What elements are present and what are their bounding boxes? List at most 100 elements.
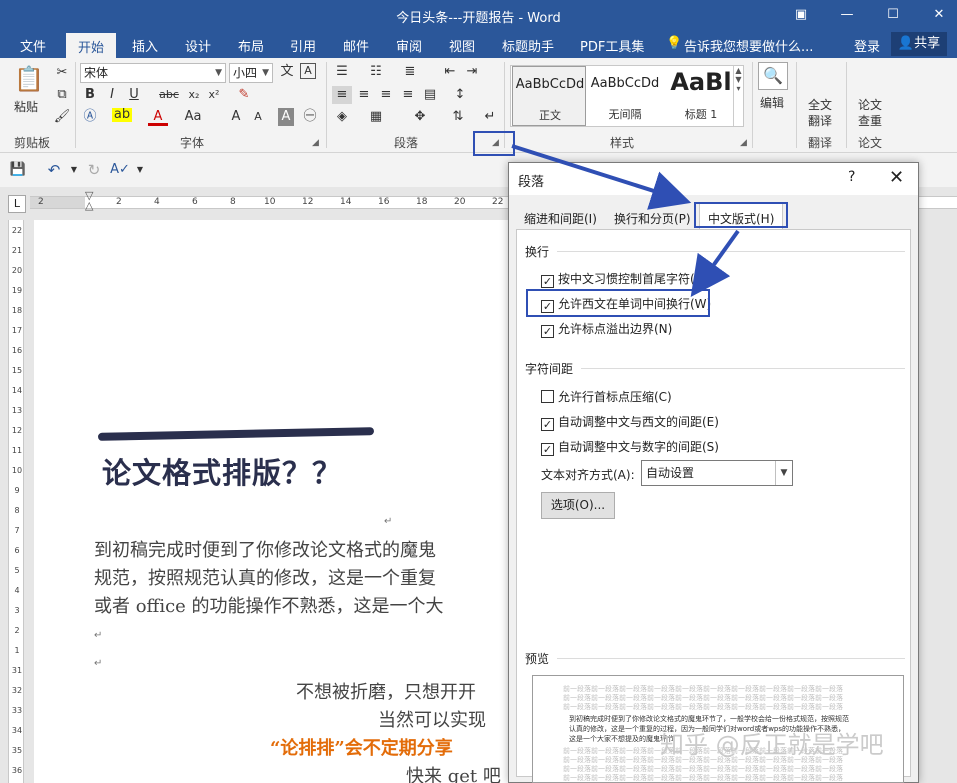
align-left-icon[interactable]: ≡ <box>332 86 352 104</box>
login-link[interactable]: 登录 <box>854 36 880 55</box>
multilevel-list-icon[interactable]: ≣ <box>400 63 420 81</box>
styles-dialog-launcher-icon[interactable]: ◢ <box>740 138 747 148</box>
change-case-icon[interactable]: Aa <box>180 108 206 126</box>
redo-icon[interactable]: ↻ <box>84 161 104 179</box>
superscript-icon[interactable]: x² <box>204 86 224 104</box>
strikethrough-icon[interactable]: abc <box>156 86 182 104</box>
maximize-button[interactable]: ☐ <box>878 4 908 26</box>
highlight-color-icon[interactable]: ab <box>112 108 132 122</box>
character-shading-icon[interactable]: A <box>278 108 294 126</box>
tab-references[interactable]: 引用 <box>290 36 316 55</box>
bullets-icon[interactable]: ☰ <box>332 63 352 81</box>
checkbox-asian-rules[interactable]: ✓ 按中文习惯控制首尾字符(U) <box>541 270 708 288</box>
line-spacing-icon[interactable]: ↕ <box>450 86 470 104</box>
ruler-number: 31 <box>11 666 23 675</box>
center-line[interactable]: 快来 get 吧 <box>406 762 501 783</box>
chevron-down-icon[interactable]: ▼ <box>64 161 84 179</box>
tab-file[interactable]: 文件 <box>20 36 46 55</box>
checkbox-hanging-punctuation[interactable]: ✓ 允许标点溢出边界(N) <box>541 320 672 338</box>
font-color-icon[interactable]: A <box>148 108 168 126</box>
tab-view[interactable]: 视图 <box>449 36 475 55</box>
ruler-number: 17 <box>11 326 23 335</box>
tab-layout[interactable]: 布局 <box>238 36 264 55</box>
font-size-select[interactable]: 小四 ▼ <box>229 63 273 83</box>
tab-pdf-tools[interactable]: PDF工具集 <box>580 36 644 55</box>
tab-home[interactable]: 开始 <box>66 33 117 58</box>
increase-indent-icon[interactable]: ⇥ <box>462 63 482 81</box>
tab-insert[interactable]: 插入 <box>132 36 158 55</box>
subscript-icon[interactable]: x₂ <box>184 86 204 104</box>
dialog-close-button[interactable]: ✕ <box>889 167 904 188</box>
tell-me-input[interactable]: 告诉我您想要做什么... <box>684 36 813 55</box>
justify-icon[interactable]: ≡ <box>398 86 418 104</box>
help-button[interactable]: ? <box>848 169 855 185</box>
spelling-icon[interactable]: A✓ <box>110 161 130 179</box>
ruler-number: 16 <box>378 197 390 207</box>
shrink-font-icon[interactable]: A <box>248 108 268 126</box>
borders-icon[interactable]: ▦ <box>366 108 386 126</box>
undo-icon[interactable]: ↶ <box>44 161 64 179</box>
checkbox-space-asian-latin[interactable]: ✓ 自动调整中文与西文的间距(E) <box>541 413 719 431</box>
style-normal[interactable]: AaBbCcDd 正文 <box>512 66 586 126</box>
copy-icon[interactable]: ⧉ <box>52 86 72 104</box>
full-translate-line2[interactable]: 翻译 <box>808 112 832 129</box>
text-effects-icon[interactable]: Ⓐ <box>80 108 100 126</box>
indent-marker-icon[interactable]: ▽ △ <box>85 190 97 215</box>
search-icon[interactable]: 🔍 <box>758 62 788 90</box>
full-translate-line1[interactable]: 全文 <box>808 96 832 113</box>
clear-format-icon[interactable]: ✎ <box>234 86 254 104</box>
center-line[interactable]: 当然可以实现 <box>378 706 486 732</box>
options-button[interactable]: 选项(O)... <box>541 492 615 519</box>
tab-review[interactable]: 审阅 <box>396 36 422 55</box>
customize-toolbar-icon[interactable]: ▼ <box>130 161 150 179</box>
styles-scroll-icon[interactable]: ▲ ▼ ▾ <box>733 66 743 126</box>
share-button[interactable]: 👤共享 <box>891 32 947 56</box>
text-alignment-select[interactable]: 自动设置 ▼ <box>641 460 793 486</box>
tab-indents-spacing[interactable]: 缩进和间距(I) <box>524 210 597 227</box>
edit-button[interactable]: 编辑 <box>760 94 784 111</box>
center-line[interactable]: 不想被折磨，只想开开 <box>296 678 476 704</box>
sort-icon[interactable]: ⇅ <box>448 108 468 126</box>
show-marks-icon[interactable]: ↵ <box>480 108 500 126</box>
body-line[interactable]: 规范，按照规范认真的修改，这是一个重复 <box>94 564 436 590</box>
body-line[interactable]: 到初稿完成时便到了你修改论文格式的魔鬼 <box>94 536 436 562</box>
character-border-icon[interactable]: A <box>300 63 316 79</box>
clipboard-icon[interactable]: 📋 <box>12 64 46 94</box>
minimize-button[interactable]: — <box>832 4 862 26</box>
close-window-button[interactable]: ✕ <box>924 4 954 26</box>
phonetic-guide-icon[interactable]: 文 <box>277 63 297 81</box>
paper-check-line2[interactable]: 查重 <box>858 112 882 129</box>
body-line[interactable]: 或者 office 的功能操作不熟悉，这是一个大 <box>94 592 444 618</box>
font-name-select[interactable]: 宋体 ▼ <box>80 63 226 83</box>
format-painter-icon[interactable]: 🖌 <box>52 108 72 126</box>
distributed-icon[interactable]: ▤ <box>420 86 440 104</box>
paste-button[interactable]: 粘贴 <box>14 98 38 115</box>
tab-selector-button[interactable]: L <box>8 195 26 213</box>
document-heading[interactable]: 论文格式排版？？ <box>102 450 342 492</box>
tab-design[interactable]: 设计 <box>185 36 211 55</box>
font-dialog-launcher-icon[interactable]: ◢ <box>312 138 319 148</box>
underline-icon[interactable]: U <box>124 86 144 104</box>
tab-mailings[interactable]: 邮件 <box>343 36 369 55</box>
enclose-characters-icon[interactable]: ㊀ <box>300 108 320 126</box>
grow-font-icon[interactable]: A <box>226 108 246 126</box>
style-no-spacing[interactable]: AaBbCcDd 无间隔 <box>588 66 662 126</box>
checkbox-space-asian-numbers[interactable]: ✓ 自动调整中文与数字的间距(S) <box>541 438 719 456</box>
style-heading-1[interactable]: AaBl 标题 1 <box>664 66 738 126</box>
decrease-indent-icon[interactable]: ⇤ <box>440 63 460 81</box>
numbering-icon[interactable]: ☷ <box>366 63 386 81</box>
ribbon-display-icon[interactable]: ▣ <box>786 4 816 26</box>
center-line-highlight[interactable]: “论排排”会不定期分享 <box>270 734 453 760</box>
cut-icon[interactable]: ✂ <box>52 64 72 82</box>
bold-icon[interactable]: B <box>80 86 100 104</box>
paper-check-line1[interactable]: 论文 <box>858 96 882 113</box>
shading-icon[interactable]: ◈ <box>332 108 352 126</box>
italic-icon[interactable]: I <box>102 86 122 104</box>
tab-line-page-breaks[interactable]: 换行和分页(P) <box>614 210 691 227</box>
checkbox-compress-punctuation[interactable]: 允许行首标点压缩(C) <box>541 388 672 405</box>
save-icon[interactable]: 💾 <box>8 161 28 179</box>
tab-heading-assistant[interactable]: 标题助手 <box>502 36 554 55</box>
align-right-icon[interactable]: ≡ <box>376 86 396 104</box>
chinese-layout-icon[interactable]: ✥ <box>410 108 430 126</box>
align-center-icon[interactable]: ≡ <box>354 86 374 104</box>
